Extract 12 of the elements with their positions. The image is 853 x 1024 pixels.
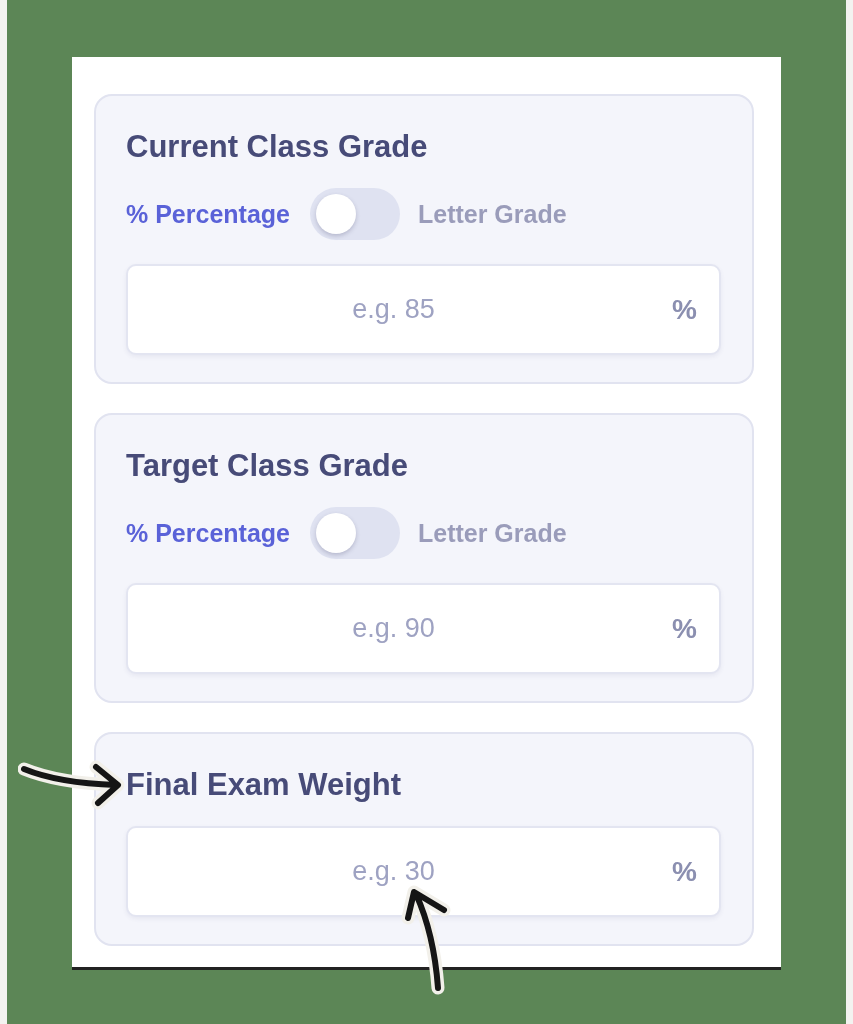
switch-option-label: Letter Grade xyxy=(417,199,567,229)
toggle-switch[interactable] xyxy=(309,507,400,559)
switch-option-label: % Percentage xyxy=(126,518,290,548)
unit-label: % xyxy=(672,612,697,645)
unit-label: % xyxy=(672,293,697,326)
card-title: Target Class Grade xyxy=(126,449,409,483)
card-title: Current Class Grade xyxy=(126,130,429,164)
toggle-switch[interactable] xyxy=(309,188,400,240)
card-title: Final Exam Weight xyxy=(126,768,403,802)
switch-option-label: % Percentage xyxy=(126,199,290,229)
switch-option-label: Letter Grade xyxy=(417,518,567,548)
unit-label: % xyxy=(672,855,697,888)
